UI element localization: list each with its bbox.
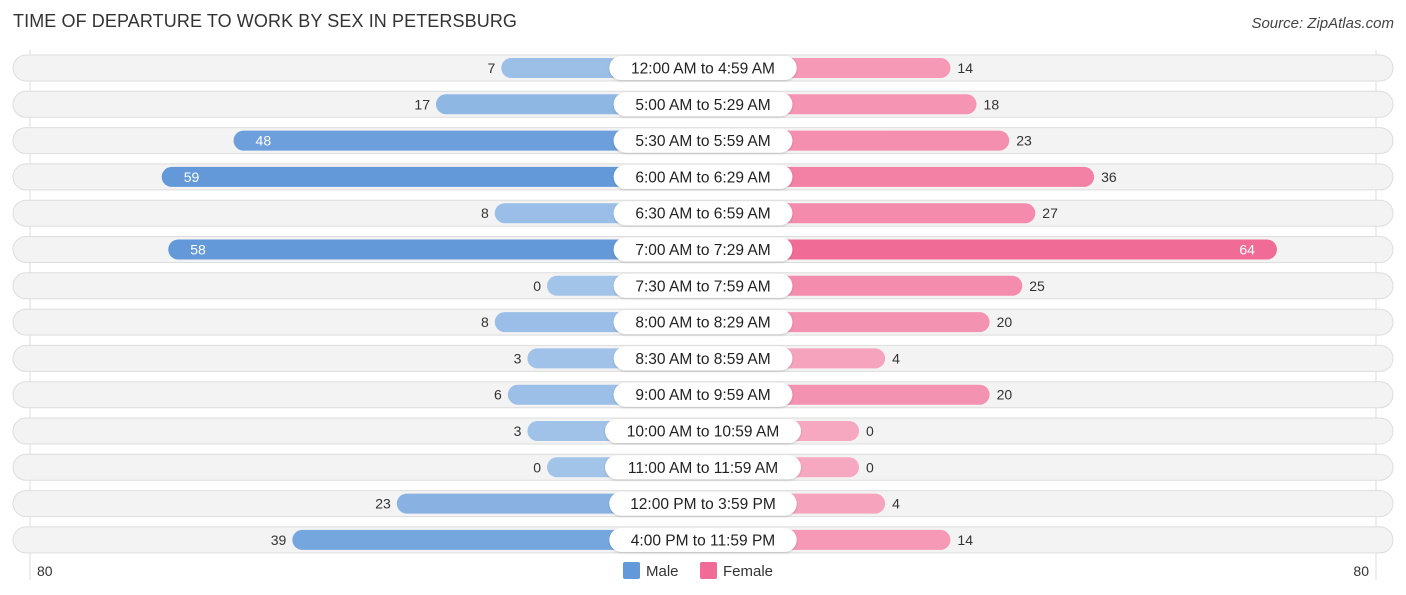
chart-row: 8 27 6:30 AM to 6:59 AM [12, 199, 1394, 227]
value-label-male: 58 [190, 242, 206, 258]
category-label: 10:00 AM to 10:59 AM [627, 424, 780, 441]
diverging-bar-chart: 7 14 12:00 AM to 4:59 AM 17 18 5:00 AM to 5:2… [12, 50, 1394, 580]
chart-row: 17 18 5:00 AM to 5:29 AM [12, 90, 1394, 118]
category-label: 5:30 AM to 5:59 AM [635, 133, 770, 150]
value-label-female: 4 [892, 350, 900, 366]
value-label-male: 39 [271, 532, 287, 548]
value-label-male: 59 [184, 169, 200, 185]
axis-label-right: 80 [1353, 563, 1369, 579]
value-label-male: 23 [375, 496, 391, 512]
axis-label-left: 80 [37, 563, 53, 579]
chart-row: 59 36 6:00 AM to 6:29 AM [12, 163, 1394, 191]
category-label: 7:30 AM to 7:59 AM [635, 278, 770, 295]
chart-row: 8 20 8:00 AM to 8:29 AM [12, 308, 1394, 336]
chart-row: 3 0 10:00 AM to 10:59 AM [12, 417, 1394, 445]
value-label-female: 23 [1016, 133, 1032, 149]
category-label: 7:00 AM to 7:29 AM [635, 242, 770, 259]
chart-row: 39 14 4:00 PM to 11:59 PM [12, 526, 1394, 554]
value-label-male: 17 [414, 96, 430, 112]
value-label-female: 36 [1101, 169, 1117, 185]
category-label: 12:00 AM to 4:59 AM [631, 61, 775, 78]
category-label: 11:00 AM to 11:59 AM [628, 460, 778, 477]
category-label: 9:00 AM to 9:59 AM [635, 387, 770, 404]
chart-row: 0 0 11:00 AM to 11:59 AM [12, 453, 1394, 481]
chart-row: 6 20 9:00 AM to 9:59 AM [12, 381, 1394, 409]
value-label-female: 20 [997, 387, 1013, 403]
category-label: 5:00 AM to 5:29 AM [635, 97, 770, 114]
category-label: 8:30 AM to 8:59 AM [635, 351, 770, 368]
legend-label-male: Male [646, 563, 679, 580]
category-label: 12:00 PM to 3:59 PM [630, 496, 776, 513]
chart-row: 7 14 12:00 AM to 4:59 AM [12, 54, 1394, 82]
legend: Male Female [623, 562, 773, 580]
value-label-female: 14 [957, 532, 973, 548]
value-label-female: 4 [892, 496, 900, 512]
value-label-male: 48 [256, 133, 272, 149]
value-label-male: 7 [487, 60, 495, 76]
value-label-male: 6 [494, 387, 502, 403]
category-label: 4:00 PM to 11:59 PM [631, 532, 775, 549]
value-label-female: 27 [1042, 205, 1058, 221]
value-label-male: 8 [481, 314, 489, 330]
chart-row: 48 23 5:30 AM to 5:59 AM [12, 127, 1394, 155]
legend-swatch-female [700, 562, 717, 579]
category-label: 6:30 AM to 6:59 AM [635, 206, 770, 223]
value-label-female: 0 [866, 459, 874, 475]
legend-label-female: Female [723, 563, 773, 580]
value-label-female: 20 [997, 314, 1013, 330]
value-label-male: 0 [533, 278, 541, 294]
value-label-female: 25 [1029, 278, 1045, 294]
legend-swatch-male [623, 562, 640, 579]
value-label-male: 0 [533, 459, 541, 475]
value-label-female: 64 [1239, 242, 1255, 258]
chart-row: 3 4 8:30 AM to 8:59 AM [12, 344, 1394, 372]
value-label-male: 3 [514, 350, 522, 366]
value-label-female: 14 [957, 60, 973, 76]
value-label-female: 18 [984, 96, 1000, 112]
value-label-male: 8 [481, 205, 489, 221]
value-label-female: 0 [866, 423, 874, 439]
chart-row: 23 4 12:00 PM to 3:59 PM [12, 490, 1394, 518]
category-label: 8:00 AM to 8:29 AM [635, 315, 770, 332]
chart-row: 58 64 7:00 AM to 7:29 AM [12, 236, 1394, 263]
category-label: 6:00 AM to 6:29 AM [635, 169, 770, 186]
value-label-male: 3 [514, 423, 522, 439]
chart-row: 0 25 7:30 AM to 7:59 AM [12, 272, 1394, 300]
